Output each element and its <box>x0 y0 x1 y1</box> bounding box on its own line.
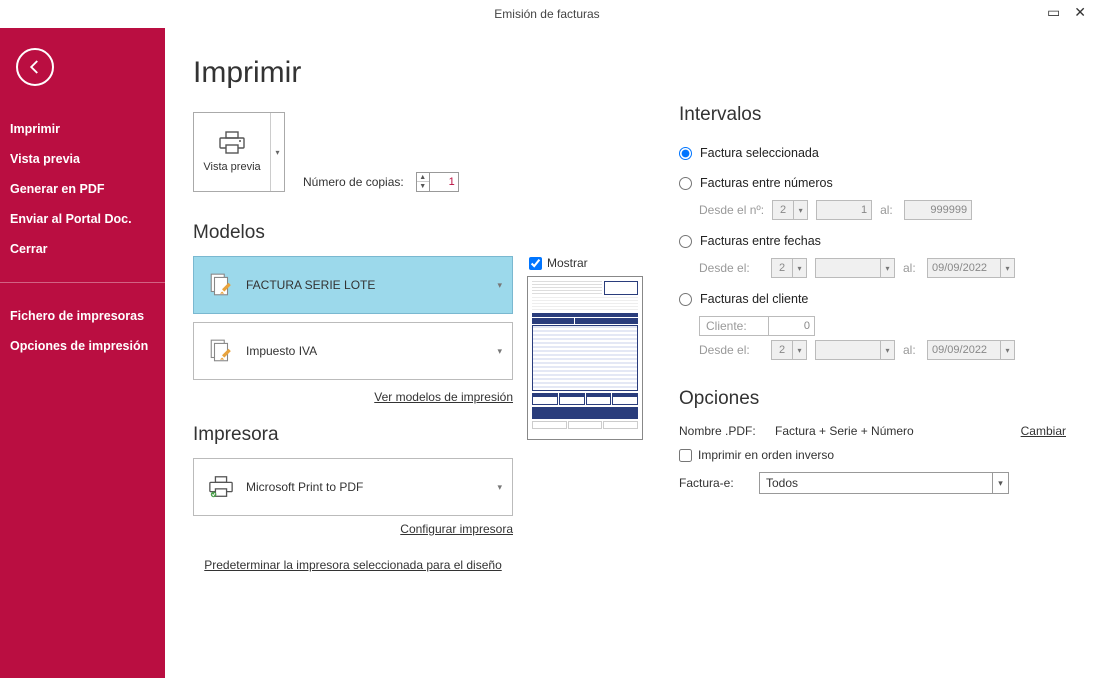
printer-icon <box>208 474 234 500</box>
orden-inverso-label: Imprimir en orden inverso <box>698 448 834 462</box>
spinner-up-icon[interactable]: ▲ <box>417 173 429 182</box>
sidebar-item-imprimir[interactable]: Imprimir <box>0 114 165 144</box>
printer-label: Microsoft Print to PDF <box>246 480 363 494</box>
model-item-impuesto-iva[interactable]: Impuesto IVA ▾ <box>193 322 513 380</box>
sidebar-separator <box>0 282 165 283</box>
document-icon <box>208 272 234 298</box>
configurar-impresora-link[interactable]: Configurar impresora <box>400 522 513 536</box>
desde-fecha-label: Desde el: <box>699 343 763 357</box>
copies-label: Número de copias: <box>303 175 404 189</box>
window-title: Emisión de facturas <box>494 7 599 21</box>
opciones-heading: Opciones <box>679 388 1066 410</box>
vista-previa-button[interactable]: Vista previa ▾ <box>193 112 285 192</box>
desde-fecha-select[interactable]: ▾ <box>815 258 895 278</box>
chevron-down-icon: ▾ <box>497 280 502 291</box>
hasta-fecha-select[interactable]: 09/09/2022▾ <box>927 340 1015 360</box>
hasta-n-input[interactable] <box>904 200 972 220</box>
vista-previa-dropdown[interactable]: ▾ <box>270 113 284 191</box>
document-icon <box>208 338 234 364</box>
chevron-down-icon: ▾ <box>993 472 1009 494</box>
chevron-down-icon: ▾ <box>497 346 502 357</box>
serie-select[interactable]: 2▾ <box>771 258 807 278</box>
al-label: al: <box>903 343 919 357</box>
facturae-label: Factura-e: <box>679 476 749 490</box>
al-label: al: <box>880 203 896 217</box>
desde-n-label: Desde el nº: <box>699 203 764 217</box>
hasta-fecha-select[interactable]: 09/09/2022▾ <box>927 258 1015 278</box>
desde-n-input[interactable] <box>816 200 872 220</box>
model-label: Impuesto IVA <box>246 344 317 358</box>
pdf-name-value: Factura + Serie + Número <box>775 424 1011 438</box>
serie-select[interactable]: 2▾ <box>771 340 807 360</box>
sidebar-item-generar-pdf[interactable]: Generar en PDF <box>0 174 165 204</box>
cliente-input[interactable] <box>769 316 815 336</box>
radio-facturas-fechas[interactable] <box>679 235 692 248</box>
al-label: al: <box>903 261 919 275</box>
desde-fecha-select[interactable]: ▾ <box>815 340 895 360</box>
predeterminar-impresora-link[interactable]: Predeterminar la impresora seleccionada … <box>204 558 502 572</box>
facturae-select[interactable]: Todos ▾ <box>759 472 1009 494</box>
desde-fecha-label: Desde el: <box>699 261 763 275</box>
chevron-down-icon: ▾ <box>275 148 279 157</box>
orden-inverso-checkbox[interactable] <box>679 449 692 462</box>
mostrar-checkbox[interactable] <box>529 257 542 270</box>
titlebar: Emisión de facturas ▭ ✕ <box>0 0 1094 28</box>
sidebar-item-cerrar[interactable]: Cerrar <box>0 234 165 264</box>
serie-select[interactable]: 2▾ <box>772 200 808 220</box>
pdf-name-label: Nombre .PDF: <box>679 424 765 438</box>
radio-label: Facturas del cliente <box>700 292 808 306</box>
cambiar-link[interactable]: Cambiar <box>1021 424 1066 438</box>
radio-factura-seleccionada[interactable] <box>679 147 692 160</box>
modelos-heading: Modelos <box>193 222 643 244</box>
radio-facturas-numeros[interactable] <box>679 177 692 190</box>
model-item-factura-serie-lote[interactable]: FACTURA SERIE LOTE ▾ <box>193 256 513 314</box>
printer-icon <box>218 131 246 155</box>
spinner-down-icon[interactable]: ▼ <box>417 182 429 191</box>
printer-select[interactable]: Microsoft Print to PDF ▾ <box>193 458 513 516</box>
radio-facturas-cliente[interactable] <box>679 293 692 306</box>
sidebar-item-vista-previa[interactable]: Vista previa <box>0 144 165 174</box>
ver-modelos-link[interactable]: Ver modelos de impresión <box>374 390 513 404</box>
copies-input[interactable] <box>430 173 458 191</box>
maximize-icon[interactable]: ▭ <box>1047 4 1060 21</box>
radio-label: Facturas entre fechas <box>700 234 821 248</box>
document-thumbnail[interactable] <box>527 276 643 440</box>
model-label: FACTURA SERIE LOTE <box>246 278 375 292</box>
page-title: Imprimir <box>193 56 643 90</box>
radio-label: Facturas entre números <box>700 176 833 190</box>
close-icon[interactable]: ✕ <box>1074 4 1086 21</box>
radio-label: Factura seleccionada <box>700 146 819 160</box>
sidebar-item-fichero-impresoras[interactable]: Fichero de impresoras <box>0 301 165 331</box>
sidebar: Imprimir Vista previa Generar en PDF Env… <box>0 28 165 678</box>
sidebar-item-enviar-portal[interactable]: Enviar al Portal Doc. <box>0 204 165 234</box>
back-button[interactable] <box>16 48 54 86</box>
copies-spinner[interactable]: ▲ ▼ <box>416 172 459 192</box>
chevron-down-icon: ▾ <box>497 482 502 493</box>
mostrar-label: Mostrar <box>547 256 588 270</box>
impresora-heading: Impresora <box>193 424 513 446</box>
sidebar-item-opciones-impresion[interactable]: Opciones de impresión <box>0 331 165 361</box>
vista-previa-label: Vista previa <box>203 161 260 173</box>
intervalos-heading: Intervalos <box>679 104 1066 126</box>
cliente-label: Cliente: <box>699 316 769 336</box>
